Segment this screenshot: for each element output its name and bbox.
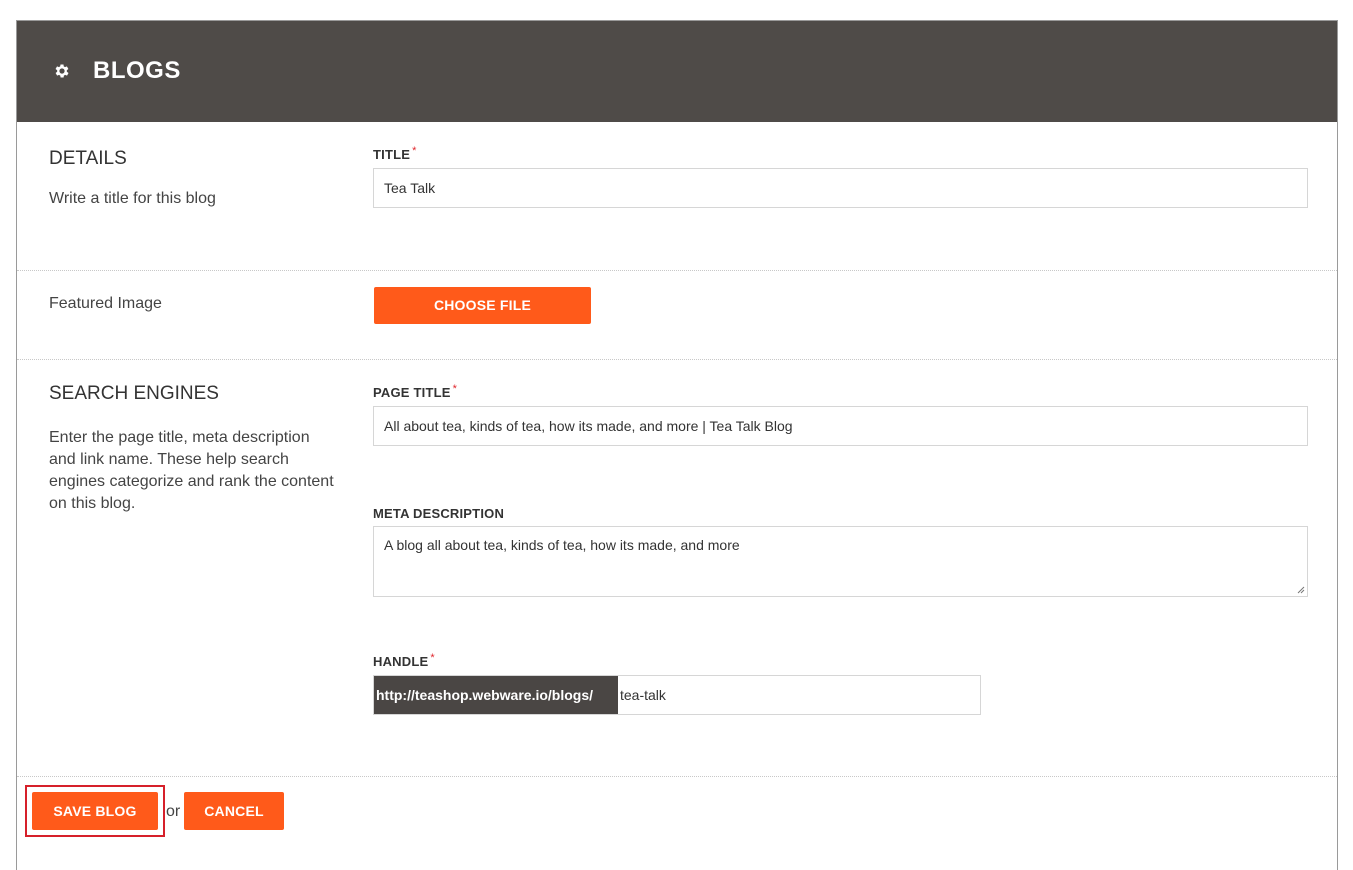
search-engines-heading: SEARCH ENGINES	[49, 383, 219, 404]
page-header: BLOGS	[17, 21, 1337, 122]
meta-description-textarea[interactable]: A blog all about tea, kinds of tea, how …	[373, 526, 1308, 597]
handle-input-value: tea-talk	[620, 687, 666, 703]
page-title-label-text: PAGE TITLE	[373, 385, 451, 400]
title-field-label: TITLE *	[373, 145, 417, 162]
featured-image-label: Featured Image	[49, 295, 162, 312]
required-marker: *	[430, 652, 435, 664]
details-description: Write a title for this blog	[49, 190, 216, 207]
title-input[interactable]: Tea Talk	[373, 168, 1308, 208]
section-divider	[17, 776, 1337, 777]
search-engines-description: Enter the page title, meta description a…	[49, 429, 334, 512]
section-divider	[17, 270, 1337, 271]
page-title-input[interactable]: All about tea, kinds of tea, how its mad…	[373, 406, 1308, 446]
blog-editor-panel: BLOGS DETAILS Write a title for this blo…	[16, 20, 1338, 870]
meta-description-value: A blog all about tea, kinds of tea, how …	[384, 537, 740, 553]
resize-grip-icon[interactable]	[1297, 586, 1305, 594]
or-separator: or	[166, 803, 181, 820]
required-marker: *	[452, 383, 458, 395]
details-heading: DETAILS	[49, 148, 127, 169]
cancel-button[interactable]: CANCEL	[184, 792, 284, 830]
handle-url-prefix: http://teashop.webware.io/blogs/	[374, 676, 618, 714]
save-blog-button[interactable]: SAVE BLOG	[32, 792, 158, 830]
handle-field-label: HANDLE *	[373, 652, 435, 669]
page-title-input-value: All about tea, kinds of tea, how its mad…	[384, 418, 793, 434]
page-title-field-label: PAGE TITLE *	[373, 383, 458, 400]
section-divider	[17, 359, 1337, 360]
required-marker: *	[412, 145, 417, 157]
title-input-value: Tea Talk	[384, 180, 436, 196]
handle-label-text: HANDLE	[373, 654, 429, 669]
title-label-text: TITLE	[373, 147, 411, 162]
choose-file-button[interactable]: CHOOSE FILE	[374, 287, 591, 324]
meta-description-field-label: META DESCRIPTION	[373, 506, 505, 521]
gear-icon	[55, 64, 69, 78]
page-title: BLOGS	[93, 57, 181, 84]
handle-input[interactable]: http://teashop.webware.io/blogs/ tea-tal…	[373, 675, 981, 715]
